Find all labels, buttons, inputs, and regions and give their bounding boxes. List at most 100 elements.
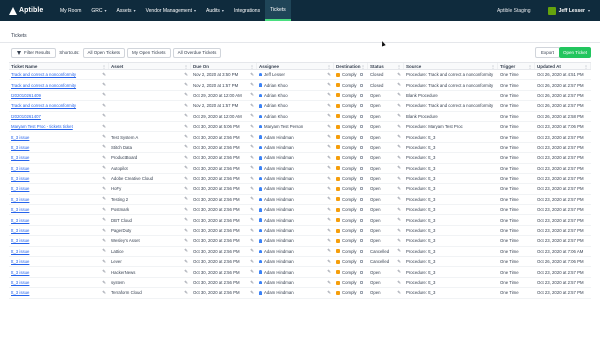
edit-pencil-icon[interactable]: ✎ bbox=[102, 207, 106, 213]
edit-pencil-icon[interactable]: ✎ bbox=[250, 155, 254, 161]
edit-pencil-icon[interactable]: ✎ bbox=[184, 144, 188, 150]
edit-pencil-icon[interactable]: ✎ bbox=[102, 134, 106, 140]
edit-pencil-icon[interactable]: ✎ bbox=[250, 280, 254, 286]
table-row[interactable]: tt_3 issue ✎ Terraform Cloud ✎ Oct 30, 2020 … bbox=[9, 288, 591, 299]
edit-pencil-icon[interactable]: ✎ bbox=[102, 238, 106, 244]
edit-pencil-icon[interactable]: ✎ bbox=[184, 280, 188, 286]
cell-ticket-name[interactable]: tt_3 issue ✎ bbox=[9, 164, 109, 173]
edit-pencil-icon[interactable]: ✎ bbox=[250, 165, 254, 171]
edit-pencil-icon[interactable]: ✎ bbox=[184, 176, 188, 182]
edit-pencil-icon[interactable]: ✎ bbox=[102, 269, 106, 275]
edit-pencil-icon[interactable]: ✎ bbox=[102, 165, 106, 171]
edit-pencil-icon[interactable]: ✎ bbox=[327, 82, 331, 88]
column-menu-icon[interactable]: ⋮ bbox=[584, 64, 588, 69]
edit-pencil-icon[interactable]: ✎ bbox=[250, 82, 254, 88]
cell-ticket-name[interactable]: tt_3 issue ✎ bbox=[9, 257, 109, 266]
edit-pencil-icon[interactable]: ✎ bbox=[250, 248, 254, 254]
edit-pencil-icon[interactable]: ✎ bbox=[397, 124, 401, 130]
edit-pencil-icon[interactable]: ✎ bbox=[102, 124, 106, 130]
edit-pencil-icon[interactable]: ✎ bbox=[184, 155, 188, 161]
table-row[interactable]: tt_3 issue ✎ DBT Cloud ✎ Oct 30, 2020 at 2:5… bbox=[9, 215, 591, 226]
table-row[interactable]: tt_3 issue ✎ ProductBoard ✎ Oct 30, 2020 at … bbox=[9, 153, 591, 164]
edit-pencil-icon[interactable]: ✎ bbox=[102, 228, 106, 234]
edit-pencil-icon[interactable]: ✎ bbox=[184, 248, 188, 254]
table-row[interactable]: tt_3 issue ✎ Test System A ✎ Oct 30, 2020 at… bbox=[9, 132, 591, 143]
edit-pencil-icon[interactable]: ✎ bbox=[102, 217, 106, 223]
edit-pencil-icon[interactable]: ✎ bbox=[102, 92, 106, 98]
edit-pencil-icon[interactable]: ✎ bbox=[397, 228, 401, 234]
column-header-due-on[interactable]: Due On ⋮ bbox=[191, 63, 257, 69]
table-row[interactable]: tt_3 issue ✎ Adobe Creative Cloud ✎ Oct 30, … bbox=[9, 174, 591, 185]
nav-item-audits[interactable]: Audits ▾ bbox=[201, 0, 229, 21]
column-menu-icon[interactable]: ⋮ bbox=[102, 64, 106, 69]
table-row[interactable]: tt_3 issue ✎ Autopilot ✎ Oct 30, 2020 at 2:5… bbox=[9, 164, 591, 174]
cell-ticket-name[interactable]: tt_3 issue ✎ bbox=[9, 215, 109, 224]
cell-ticket-name[interactable]: tt_3 issue ✎ bbox=[9, 195, 109, 204]
edit-pencil-icon[interactable]: ✎ bbox=[397, 280, 401, 286]
edit-pencil-icon[interactable]: ✎ bbox=[102, 280, 106, 286]
column-menu-icon[interactable]: ⋮ bbox=[184, 64, 188, 69]
column-header-source[interactable]: Source ⋮ bbox=[404, 63, 498, 69]
edit-pencil-icon[interactable]: ✎ bbox=[250, 196, 254, 202]
edit-pencil-icon[interactable]: ✎ bbox=[327, 72, 331, 78]
edit-pencil-icon[interactable]: ✎ bbox=[250, 144, 254, 150]
table-row[interactable]: t202010261409 ✎ ✎ Oct 29, 2020 at 12:00 AM ✎… bbox=[9, 91, 591, 102]
edit-pencil-icon[interactable]: ✎ bbox=[184, 186, 188, 192]
column-menu-icon[interactable]: ⋮ bbox=[327, 64, 331, 69]
edit-pencil-icon[interactable]: ✎ bbox=[327, 186, 331, 192]
edit-pencil-icon[interactable]: ✎ bbox=[184, 82, 188, 88]
edit-pencil-icon[interactable]: ✎ bbox=[397, 196, 401, 202]
cell-ticket-name[interactable]: tt_3 issue ✎ bbox=[9, 226, 109, 235]
edit-pencil-icon[interactable]: ✎ bbox=[184, 269, 188, 275]
edit-pencil-icon[interactable]: ✎ bbox=[184, 228, 188, 234]
edit-pencil-icon[interactable]: ✎ bbox=[250, 269, 254, 275]
table-row[interactable]: tt_3 issue ✎ HackerNews ✎ Oct 30, 2020 at 2:… bbox=[9, 267, 591, 278]
column-header-assignee[interactable]: Assignee ⋮ bbox=[257, 63, 334, 69]
edit-pencil-icon[interactable]: ✎ bbox=[327, 248, 331, 254]
edit-pencil-icon[interactable]: ✎ bbox=[250, 290, 254, 296]
table-row[interactable]: tt_3 issue ✎ HoFy ✎ Oct 30, 2020 at 2:56 PM ✎… bbox=[9, 184, 591, 195]
edit-pencil-icon[interactable]: ✎ bbox=[250, 92, 254, 98]
edit-pencil-icon[interactable]: ✎ bbox=[397, 238, 401, 244]
column-header-ticket-name[interactable]: Ticket Name ⋮ bbox=[9, 63, 109, 69]
table-row[interactable]: Maryam Test Proc - tickets ticket ✎ ✎ Oct 3… bbox=[9, 122, 591, 133]
edit-pencil-icon[interactable]: ✎ bbox=[397, 207, 401, 213]
table-row[interactable]: tt_3 issue ✎ Postmark ✎ Oct 30, 2020 at 2:56… bbox=[9, 205, 591, 216]
cell-ticket-name[interactable]: Track and correct a nonconformity ✎ bbox=[9, 80, 109, 89]
edit-pencil-icon[interactable]: ✎ bbox=[397, 176, 401, 182]
table-row[interactable]: tt_3 issue ✎ system ✎ Oct 30, 2020 at 2:56 P… bbox=[9, 278, 591, 289]
edit-pencil-icon[interactable]: ✎ bbox=[397, 134, 401, 140]
column-header-asset[interactable]: Asset ⋮ bbox=[109, 63, 191, 69]
edit-pencil-icon[interactable]: ✎ bbox=[397, 113, 401, 119]
edit-pencil-icon[interactable]: ✎ bbox=[397, 248, 401, 254]
edit-pencil-icon[interactable]: ✎ bbox=[250, 124, 254, 130]
edit-pencil-icon[interactable]: ✎ bbox=[327, 238, 331, 244]
edit-pencil-icon[interactable]: ✎ bbox=[102, 72, 106, 78]
edit-pencil-icon[interactable]: ✎ bbox=[250, 259, 254, 265]
edit-pencil-icon[interactable]: ✎ bbox=[327, 259, 331, 265]
edit-pencil-icon[interactable]: ✎ bbox=[102, 155, 106, 161]
table-row[interactable]: t202010261407 ✎ ✎ Oct 29, 2020 at 12:00 AM ✎… bbox=[9, 112, 591, 122]
edit-pencil-icon[interactable]: ✎ bbox=[102, 290, 106, 296]
table-row[interactable]: tt_3 issue ✎ Lattice ✎ Oct 30, 2020 at 2:56 … bbox=[9, 247, 591, 258]
cell-ticket-name[interactable]: tt_3 issue ✎ bbox=[9, 267, 109, 276]
table-row[interactable]: tt_3 issue ✎ Wesley's Asset ✎ Oct 30, 2020 a… bbox=[9, 236, 591, 247]
edit-pencil-icon[interactable]: ✎ bbox=[184, 92, 188, 98]
edit-pencil-icon[interactable]: ✎ bbox=[327, 103, 331, 109]
edit-pencil-icon[interactable]: ✎ bbox=[250, 103, 254, 109]
edit-pencil-icon[interactable]: ✎ bbox=[184, 113, 188, 119]
table-row[interactable]: Track and correct a nonconformity ✎ ✎ Nov 2… bbox=[9, 80, 591, 91]
edit-pencil-icon[interactable]: ✎ bbox=[102, 248, 106, 254]
edit-pencil-icon[interactable]: ✎ bbox=[327, 290, 331, 296]
edit-pencil-icon[interactable]: ✎ bbox=[184, 72, 188, 78]
edit-pencil-icon[interactable]: ✎ bbox=[250, 134, 254, 140]
table-row[interactable]: tt_3 issue ✎ Lever ✎ Oct 30, 2020 at 2:56 PM… bbox=[9, 257, 591, 268]
edit-pencil-icon[interactable]: ✎ bbox=[327, 196, 331, 202]
cell-ticket-name[interactable]: tt_3 issue ✎ bbox=[9, 236, 109, 245]
edit-pencil-icon[interactable]: ✎ bbox=[184, 207, 188, 213]
edit-pencil-icon[interactable]: ✎ bbox=[327, 176, 331, 182]
edit-pencil-icon[interactable]: ✎ bbox=[397, 269, 401, 275]
edit-pencil-icon[interactable]: ✎ bbox=[250, 72, 254, 78]
table-row[interactable]: tt_3 issue ✎ Testing 2 ✎ Oct 30, 2020 at 2:5… bbox=[9, 195, 591, 206]
nav-item-tickets[interactable]: Tickets bbox=[265, 0, 291, 21]
